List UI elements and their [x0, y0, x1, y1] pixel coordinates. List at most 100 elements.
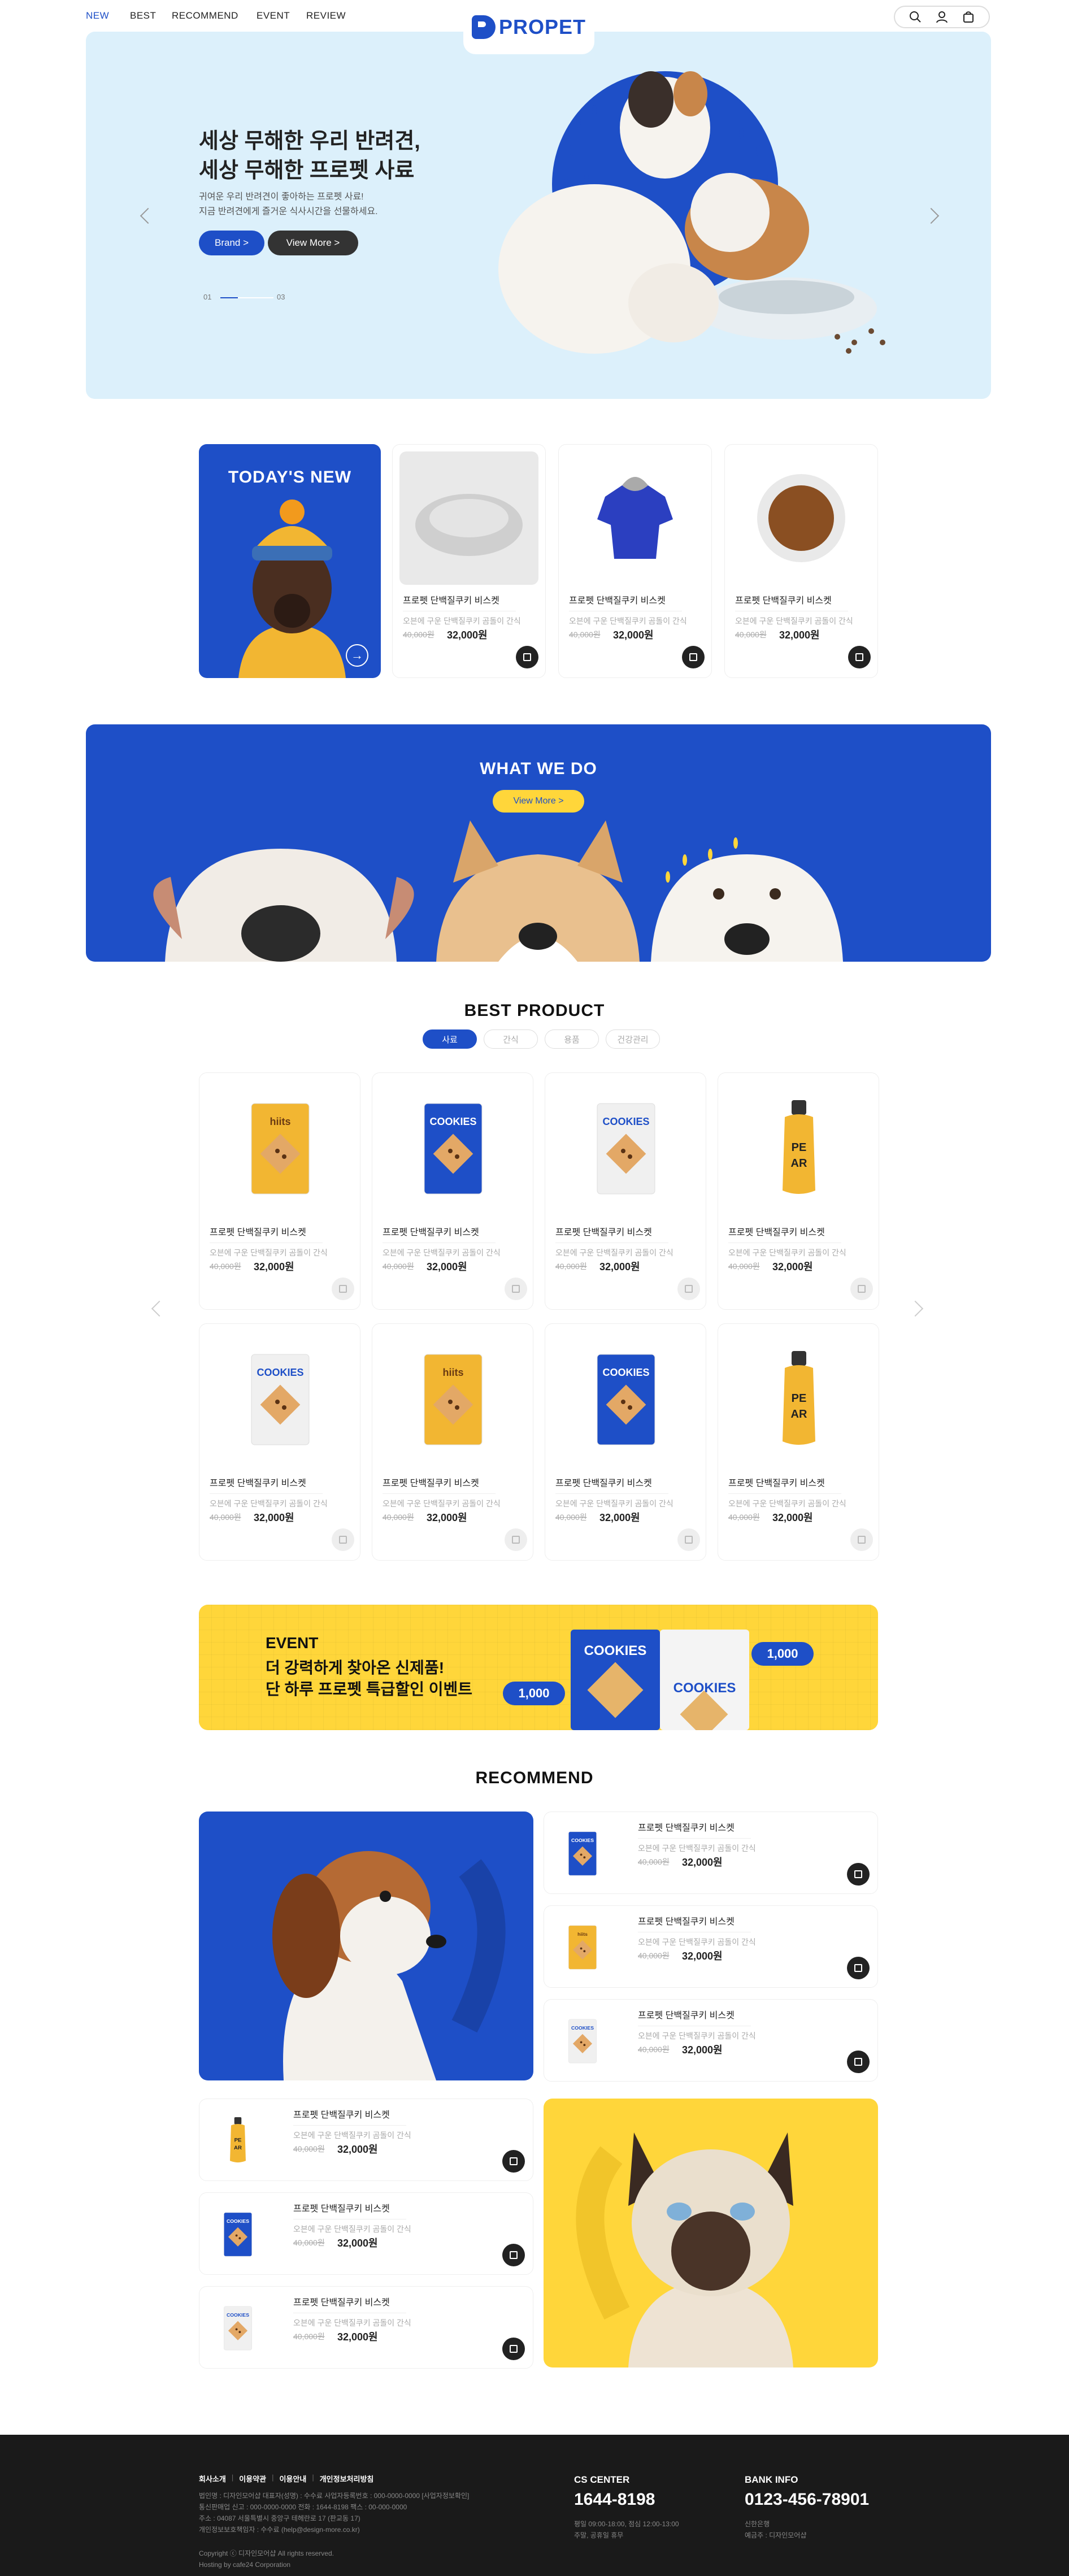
add-to-cart-button[interactable]: [677, 1528, 700, 1551]
product-old-price: 40,000원: [638, 1951, 670, 1960]
logo[interactable]: PROPET: [463, 0, 594, 54]
tab-snack[interactable]: 간식: [484, 1029, 538, 1049]
product-card[interactable]: 프로펫 단백질쿠키 비스켓 오븐에 구운 단백질쿠키 곰돌이 간식 40,000원 3…: [558, 444, 712, 678]
nav-recommend[interactable]: RECOMMEND: [172, 10, 238, 21]
product-desc: 오븐에 구운 단백질쿠키 곰돌이 간식: [293, 2131, 411, 2140]
product-desc: 오븐에 구운 단백질쿠키 곰돌이 간식: [403, 616, 521, 625]
beagle-image: [272, 1851, 506, 2080]
product-price: 32,000원: [599, 1261, 640, 1272]
nav-new[interactable]: NEW: [86, 10, 109, 21]
add-to-cart-button[interactable]: [847, 2051, 870, 2073]
product-price: 32,000원: [427, 1261, 467, 1272]
tab-supplies[interactable]: 용품: [545, 1029, 599, 1049]
pet-bed-icon: [415, 494, 523, 556]
product-old-price: 40,000원: [293, 2332, 325, 2341]
shopping-bag-icon: [510, 2251, 518, 2259]
add-to-cart-button[interactable]: [502, 2338, 525, 2360]
product-name: 프로펫 단백질쿠키 비스켓: [638, 1823, 735, 1833]
shopping-bag-icon: [685, 1536, 693, 1544]
three-dogs-image: [153, 820, 843, 962]
search-icon[interactable]: [909, 11, 922, 23]
product-image: hiits: [567, 1924, 598, 1970]
product-image: [732, 451, 871, 585]
product-card[interactable]: COOKIES 프로펫 단백질쿠키 비스켓 오븐에 구운 단백질쿠키 곰돌이 간식 4…: [372, 1072, 533, 1310]
cookie-pack-blue: COOKIES: [571, 1630, 660, 1730]
shopping-bag-icon: [858, 1285, 866, 1293]
add-to-cart-button[interactable]: [502, 2244, 525, 2266]
recommend-dog-banner[interactable]: [199, 1812, 533, 2080]
shopping-bag-icon: [339, 1285, 347, 1293]
add-to-cart-button[interactable]: [850, 1528, 873, 1551]
cart-icon[interactable]: [962, 11, 975, 23]
footer-link-terms[interactable]: 이용약관: [239, 2473, 272, 2484]
shopping-bag-icon: [854, 1964, 862, 1972]
divider: [383, 1493, 496, 1494]
recommend-item[interactable]: COOKIES 프로펫 단백질쿠키 비스켓 오븐에 구운 단백질쿠키 곰돌이 간식 4…: [199, 2192, 533, 2275]
nav-event[interactable]: EVENT: [257, 10, 290, 21]
product-name: 프로펫 단백질쿠키 비스켓: [569, 596, 666, 606]
cs-phone[interactable]: 1644-8198: [574, 2490, 655, 2509]
recommend-title: RECOMMEND: [475, 1769, 594, 1787]
product-card[interactable]: 프로펫 단백질쿠키 비스켓 오븐에 구운 단백질쿠키 곰돌이 간식 40,000원 3…: [724, 444, 878, 678]
add-to-cart-button[interactable]: [505, 1278, 527, 1300]
svg-text:PE: PE: [792, 1141, 807, 1154]
user-icon[interactable]: [936, 11, 948, 23]
product-name: 프로펫 단백질쿠키 비스켓: [293, 2298, 390, 2308]
product-desc: 오븐에 구운 단백질쿠키 곰돌이 간식: [210, 1499, 328, 1508]
recommend-item[interactable]: COOKIES 프로펫 단백질쿠키 비스켓 오븐에 구운 단백질쿠키 곰돌이 간식 4…: [544, 1812, 878, 1894]
cs-hours: 평일 09:00-18:00, 점심 12:00-13:00 주말, 공휴일 휴…: [574, 2520, 679, 2539]
footer-link-guide[interactable]: 이용안내: [279, 2473, 312, 2484]
event-banner[interactable]: EVENT 더 강력하게 찾아온 신제품! 단 하루 프로펫 특급할인 이벤트 …: [199, 1605, 878, 1730]
best-next-arrow[interactable]: [907, 1300, 924, 1317]
svg-text:hiits: hiits: [270, 1116, 290, 1127]
product-card[interactable]: COOKIES 프로펫 단백질쿠키 비스켓 오븐에 구운 단백질쿠키 곰돌이 간식 4…: [545, 1323, 706, 1561]
view-more-button[interactable]: View More >: [268, 231, 358, 255]
add-to-cart-button[interactable]: [332, 1278, 354, 1300]
product-card[interactable]: 프로펫 단백질쿠키 비스켓 오븐에 구운 단백질쿠키 곰돌이 간식 40,000원 3…: [392, 444, 546, 678]
product-card[interactable]: COOKIES 프로펫 단백질쿠키 비스켓 오븐에 구운 단백질쿠키 곰돌이 간식 4…: [545, 1072, 706, 1310]
nav-review[interactable]: REVIEW: [306, 10, 346, 21]
recommend-item[interactable]: COOKIES 프로펫 단백질쿠키 비스켓 오븐에 구운 단백질쿠키 곰돌이 간식 4…: [199, 2286, 533, 2369]
brand-button[interactable]: Brand >: [199, 231, 264, 255]
product-card[interactable]: PE AR 프로펫 단백질쿠키 비스켓 오븐에 구운 단백질쿠키 곰돌이 간식 40,0…: [718, 1072, 879, 1310]
add-to-cart-button[interactable]: [502, 2150, 525, 2173]
todays-new-banner[interactable]: TODAY'S NEW →: [199, 444, 381, 678]
add-to-cart-button[interactable]: [677, 1278, 700, 1300]
add-to-cart-button[interactable]: [682, 646, 705, 668]
product-desc: 오븐에 구운 단백질쿠키 곰돌이 간식: [638, 2031, 756, 2040]
add-to-cart-button[interactable]: [848, 646, 871, 668]
product-price: 32,000원: [613, 629, 654, 641]
recommend-cat-banner[interactable]: [544, 2099, 878, 2368]
product-card[interactable]: hiits 프로펫 단백질쿠키 비스켓 오븐에 구운 단백질쿠키 곰돌이 간식 40,…: [199, 1072, 360, 1310]
product-card[interactable]: hiits 프로펫 단백질쿠키 비스켓 오븐에 구운 단백질쿠키 곰돌이 간식 40,…: [372, 1323, 533, 1561]
product-old-price: 40,000원: [735, 630, 767, 639]
add-to-cart-button[interactable]: [847, 1957, 870, 1979]
nav-best[interactable]: BEST: [130, 10, 156, 21]
svg-text:COOKIES: COOKIES: [429, 1116, 476, 1127]
add-to-cart-button[interactable]: [847, 1863, 870, 1886]
footer-link-privacy[interactable]: 개인정보처리방침: [320, 2473, 374, 2484]
add-to-cart-button[interactable]: [332, 1528, 354, 1551]
add-to-cart-button[interactable]: [850, 1278, 873, 1300]
tab-food[interactable]: 사료: [423, 1029, 477, 1049]
recommend-item[interactable]: PE AR 프로펫 단백질쿠키 비스켓 오븐에 구운 단백질쿠키 곰돌이 간식 40,0…: [199, 2099, 533, 2181]
product-price: 32,000원: [599, 1512, 640, 1523]
recommend-item[interactable]: hiits 프로펫 단백질쿠키 비스켓 오븐에 구운 단백질쿠키 곰돌이 간식 40,…: [544, 1905, 878, 1988]
product-card[interactable]: PE AR 프로펫 단백질쿠키 비스켓 오븐에 구운 단백질쿠키 곰돌이 간식 40,0…: [718, 1323, 879, 1561]
arrow-right-icon[interactable]: →: [346, 644, 368, 667]
svg-text:COOKIES: COOKIES: [227, 2312, 249, 2318]
best-prev-arrow[interactable]: [151, 1300, 168, 1317]
slide-total: 03: [277, 293, 285, 301]
footer-link-company[interactable]: 회사소개: [199, 2473, 232, 2484]
add-to-cart-button[interactable]: [505, 1528, 527, 1551]
product-card[interactable]: COOKIES 프로펫 단백질쿠키 비스켓 오븐에 구운 단백질쿠키 곰돌이 간식 4…: [199, 1323, 360, 1561]
hero-prev-arrow[interactable]: [140, 207, 157, 224]
product-price: 32,000원: [682, 2044, 723, 2056]
product-name: 프로펫 단백질쿠키 비스켓: [638, 1917, 735, 1927]
product-image: COOKIES: [595, 1351, 657, 1447]
product-name: 프로펫 단백질쿠키 비스켓: [555, 1228, 652, 1237]
what-we-do-title: WHAT WE DO: [480, 759, 597, 778]
tab-health[interactable]: 건강관리: [606, 1029, 660, 1049]
recommend-item[interactable]: COOKIES 프로펫 단백질쿠키 비스켓 오븐에 구운 단백질쿠키 곰돌이 간식 4…: [544, 1999, 878, 2082]
add-to-cart-button[interactable]: [516, 646, 538, 668]
